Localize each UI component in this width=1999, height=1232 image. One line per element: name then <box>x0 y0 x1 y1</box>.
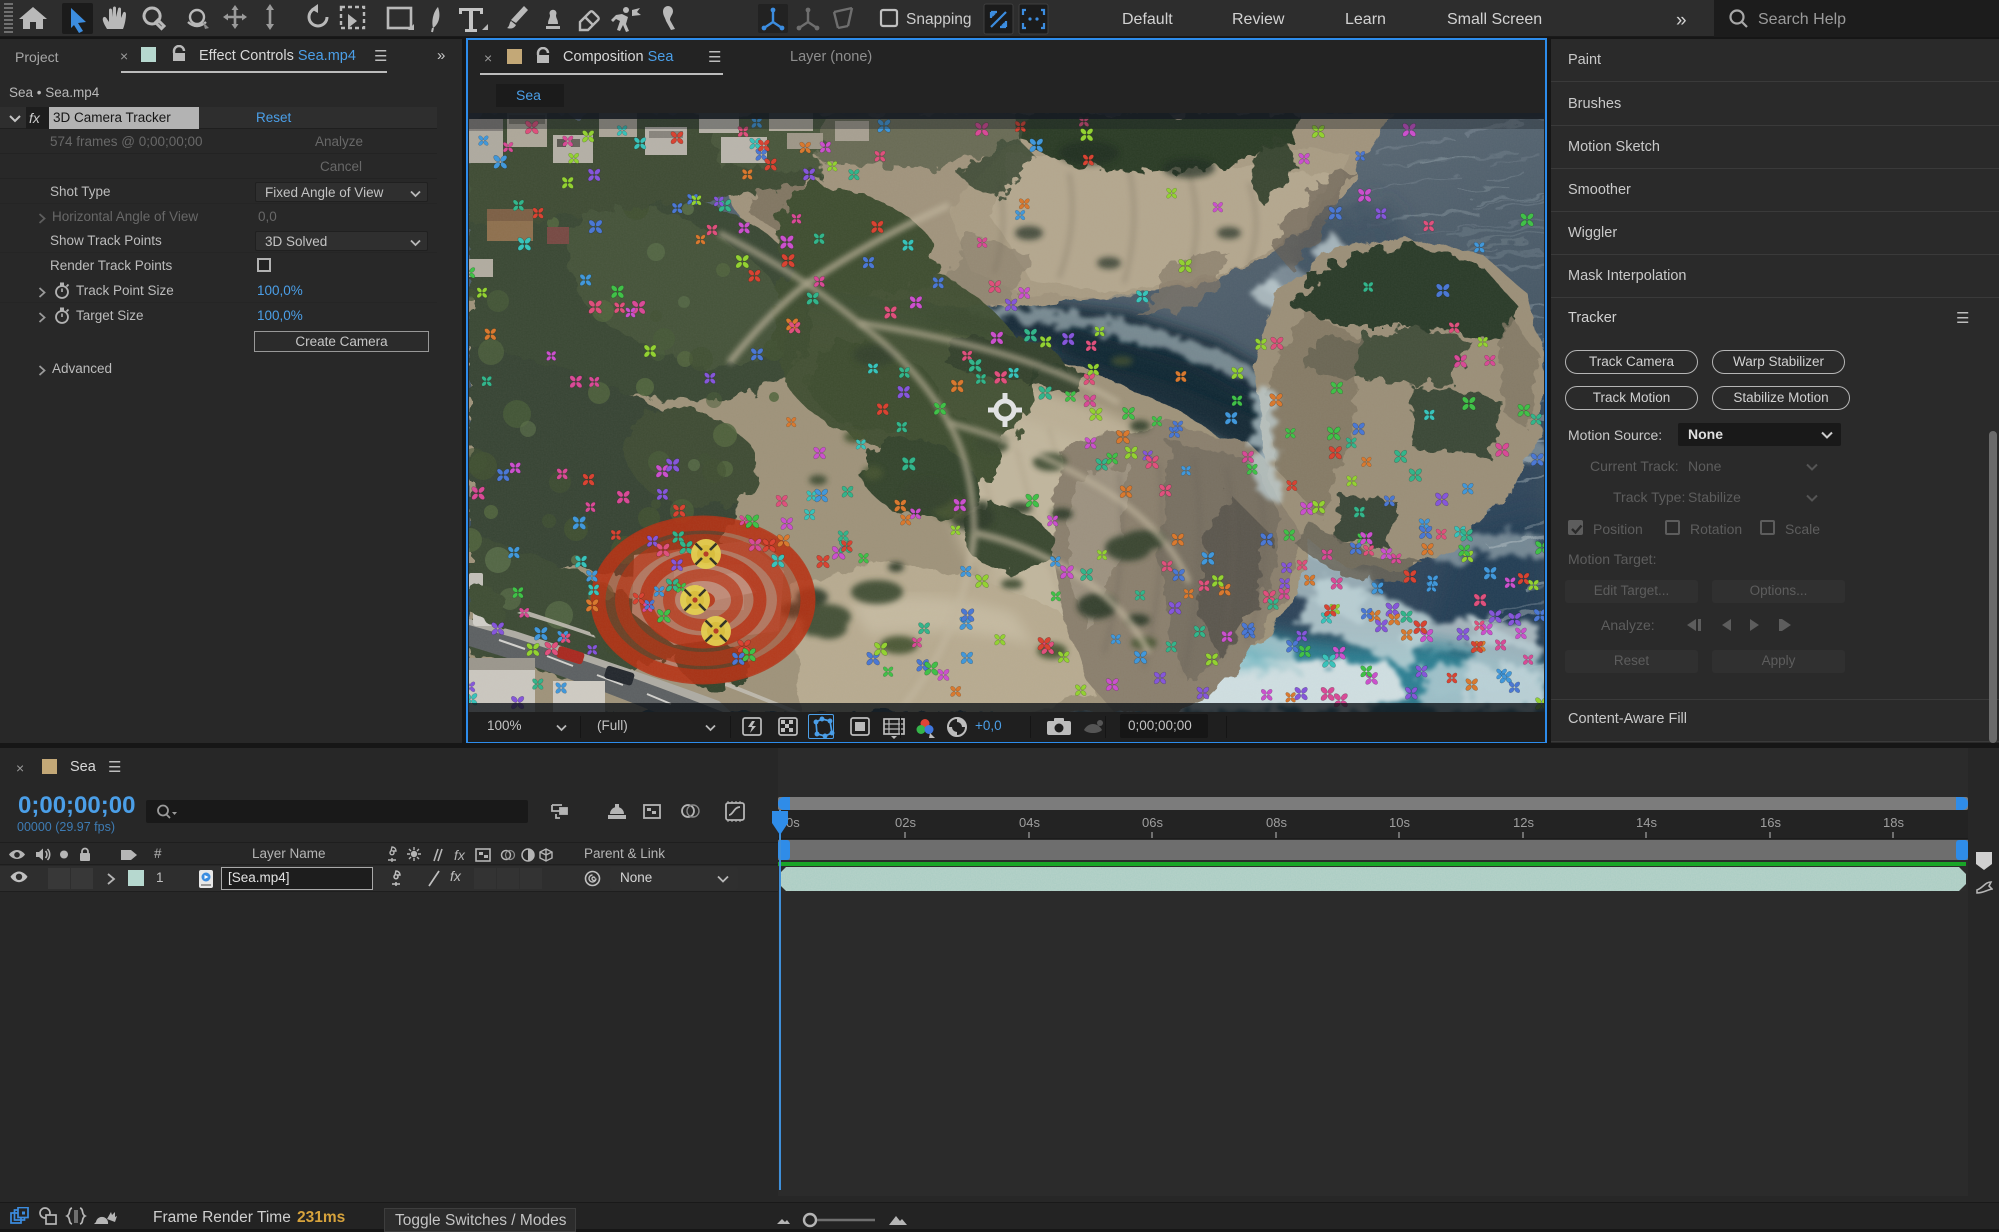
svg-text:10s: 10s <box>1389 815 1410 830</box>
svg-text:fx: fx <box>454 847 466 863</box>
svg-text:14s: 14s <box>1636 815 1657 830</box>
svg-text:02s: 02s <box>895 815 916 830</box>
svg-text:»: » <box>1676 10 1687 31</box>
svg-text:04s: 04s <box>1019 815 1040 830</box>
svg-text:Learn: Learn <box>1345 11 1386 28</box>
svg-text:06s: 06s <box>1142 815 1163 830</box>
svg-text:16s: 16s <box>1760 815 1781 830</box>
svg-text:Search Help: Search Help <box>1758 11 1846 28</box>
svg-text:18s: 18s <box>1883 815 1904 830</box>
svg-text:Snapping: Snapping <box>906 11 972 28</box>
svg-text:Default: Default <box>1122 11 1173 28</box>
svg-text:12s: 12s <box>1513 815 1534 830</box>
svg-text:Small Screen: Small Screen <box>1447 11 1542 28</box>
svg-text:08s: 08s <box>1266 815 1287 830</box>
svg-text:Review: Review <box>1232 11 1285 28</box>
